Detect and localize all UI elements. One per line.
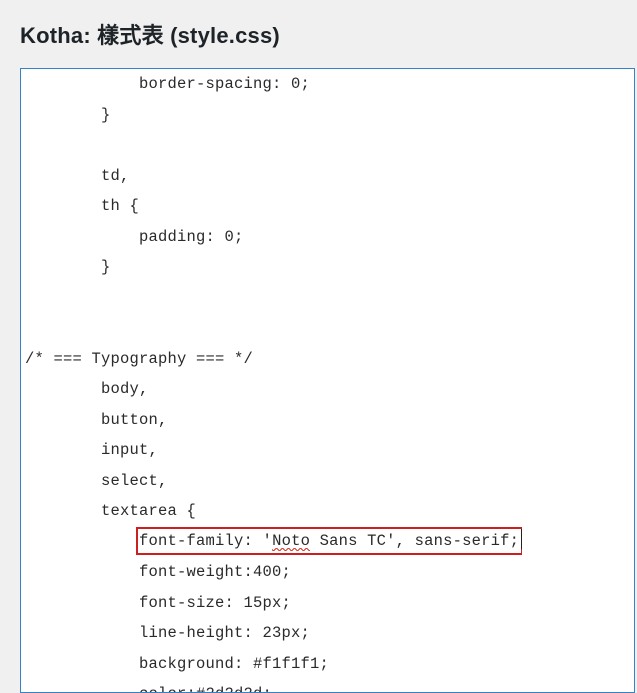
code-line <box>25 313 634 344</box>
code-line: border-spacing: 0; <box>25 69 634 100</box>
code-line: line-height: 23px; <box>25 618 634 649</box>
code-line: background: #f1f1f1; <box>25 649 634 680</box>
page-title: Kotha: 樣式表 (style.css) <box>0 0 637 68</box>
code-line: padding: 0; <box>25 222 634 253</box>
code-editor[interactable]: border-spacing: 0; } td, th { padding: 0… <box>20 68 635 693</box>
code-line: input, <box>25 435 634 466</box>
code-line: select, <box>25 466 634 497</box>
code-line <box>25 283 634 314</box>
spellcheck-squiggle: Noto <box>272 532 310 551</box>
highlight-box: font-family: 'Noto Sans TC', sans-serif; <box>136 527 522 555</box>
code-line: } <box>25 100 634 131</box>
code-line: /* === Typography === */ <box>25 344 634 375</box>
code-line: font-size: 15px; <box>25 588 634 619</box>
code-line: th { <box>25 191 634 222</box>
theme-name: Kotha <box>20 23 83 48</box>
code-line: font-weight:400; <box>25 557 634 588</box>
code-text: Sans TC', sans-serif; <box>310 532 519 550</box>
code-content[interactable]: border-spacing: 0; } td, th { padding: 0… <box>21 69 634 693</box>
code-text <box>25 533 139 551</box>
title-label: 樣式表 <box>97 23 164 48</box>
code-text: font-family: ' <box>139 532 272 550</box>
code-line: } <box>25 252 634 283</box>
title-filename: (style.css) <box>164 23 280 48</box>
code-line-highlighted: font-family: 'Noto Sans TC', sans-serif; <box>25 527 634 558</box>
code-line: body, <box>25 374 634 405</box>
code-line: button, <box>25 405 634 436</box>
code-line: td, <box>25 161 634 192</box>
code-line <box>25 130 634 161</box>
text-caret <box>521 529 522 549</box>
title-separator: : <box>83 23 97 48</box>
code-line: textarea { <box>25 496 634 527</box>
